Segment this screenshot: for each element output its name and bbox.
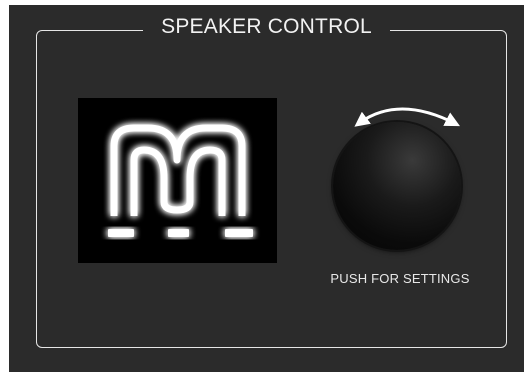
settings-knob[interactable]: [333, 122, 461, 250]
m-logo-icon: [108, 124, 253, 237]
panel-title-wrap: SPEAKER CONTROL: [9, 15, 524, 39]
speaker-control-knob-area: [320, 96, 470, 256]
panel-title: SPEAKER CONTROL: [143, 15, 390, 39]
push-for-settings-label: PUSH FOR SETTINGS: [330, 271, 470, 286]
logo-display: [78, 98, 277, 263]
